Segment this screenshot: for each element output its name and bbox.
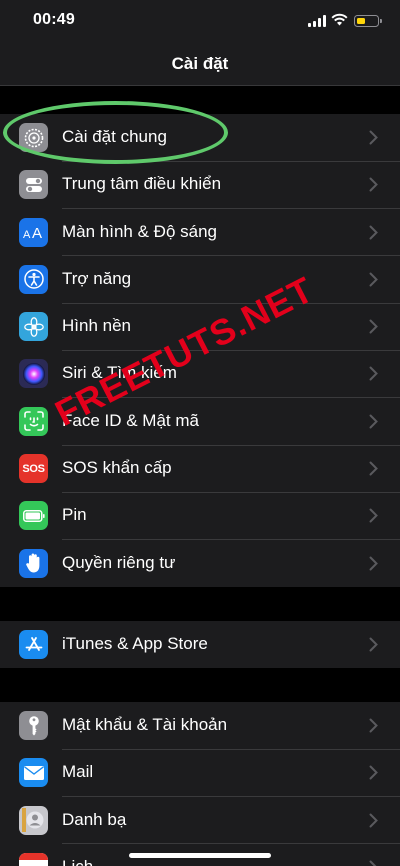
settings-item-itunes-app-store[interactable]: iTunes & App Store — [0, 621, 400, 668]
chevron-right-icon — [369, 813, 378, 828]
svg-text:A: A — [23, 229, 31, 240]
settings-item-battery[interactable]: Pin — [0, 492, 400, 540]
battery-icon — [19, 501, 48, 531]
battery-status-icon — [354, 15, 382, 27]
text-size-icon: AA — [19, 217, 48, 247]
face-id-icon — [19, 406, 48, 436]
settings-item-label: SOS khẩn cấp — [62, 458, 172, 478]
settings-item-passwords-accounts[interactable]: Mật khẩu & Tài khoản — [0, 702, 400, 750]
contacts-icon — [19, 805, 48, 835]
settings-item-label: iTunes & App Store — [62, 634, 208, 653]
sos-icon-text: SOS — [22, 462, 45, 475]
hand-icon — [19, 548, 48, 578]
settings-group-accounts: Mật khẩu & Tài khoản Mail Danh bạ Lịch — [0, 702, 400, 866]
calendar-icon — [19, 852, 48, 866]
siri-icon — [19, 359, 48, 389]
settings-item-contacts[interactable]: Danh bạ — [0, 797, 400, 844]
highlight-ellipse — [3, 101, 228, 164]
status-time: 00:49 — [33, 11, 75, 28]
status-bar: 00:49 — [0, 0, 400, 44]
settings-item-label: Hình nền — [62, 316, 131, 336]
key-icon — [19, 711, 48, 740]
chevron-right-icon — [369, 765, 378, 780]
settings-item-label: Màn hình & Độ sáng — [62, 221, 217, 241]
settings-item-label: Mail — [62, 762, 94, 782]
chevron-right-icon — [369, 508, 378, 523]
chevron-right-icon — [369, 319, 378, 334]
home-indicator[interactable] — [129, 853, 271, 858]
settings-item-privacy[interactable]: Quyền riêng tư — [0, 540, 400, 587]
chevron-right-icon — [369, 130, 378, 145]
accessibility-icon — [19, 264, 48, 294]
settings-item-accessibility[interactable]: Trợ năng — [0, 256, 400, 304]
settings-item-label: Danh bạ — [62, 809, 127, 829]
wifi-icon — [331, 13, 348, 26]
flower-icon — [19, 312, 48, 342]
app-store-icon — [19, 630, 48, 659]
toggles-icon — [19, 170, 48, 200]
sos-icon: SOS — [19, 454, 48, 484]
cellular-signal-icon — [308, 15, 326, 27]
settings-item-label: Mật khẩu & Tài khoản — [62, 715, 228, 734]
settings-item-display-brightness[interactable]: AA Màn hình & Độ sáng — [0, 209, 400, 256]
svg-text:A: A — [32, 225, 42, 240]
settings-item-control-center[interactable]: Trung tâm điều khiển — [0, 161, 400, 209]
settings-item-label: Lịch — [62, 857, 93, 866]
chevron-right-icon — [369, 177, 378, 192]
chevron-right-icon — [369, 556, 378, 571]
chevron-right-icon — [369, 272, 378, 287]
settings-group-store: iTunes & App Store — [0, 621, 400, 669]
settings-item-label: Quyền riêng tư — [62, 552, 176, 572]
chevron-right-icon — [369, 637, 378, 652]
chevron-right-icon — [369, 414, 378, 429]
settings-item-mail[interactable]: Mail — [0, 749, 400, 797]
settings-item-emergency-sos[interactable]: SOS SOS khẩn cấp — [0, 445, 400, 493]
mail-icon — [19, 758, 48, 788]
chevron-right-icon — [369, 225, 378, 240]
chevron-right-icon — [369, 461, 378, 476]
navigation-bar: Cài đặt — [0, 44, 400, 86]
settings-item-label: Trung tâm điều khiển — [62, 174, 222, 194]
settings-item-label: Trợ năng — [62, 268, 132, 288]
page-title: Cài đặt — [171, 54, 229, 73]
settings-item-label: Pin — [62, 505, 87, 525]
chevron-right-icon — [369, 366, 378, 381]
chevron-right-icon — [369, 718, 378, 733]
chevron-right-icon — [369, 860, 377, 866]
